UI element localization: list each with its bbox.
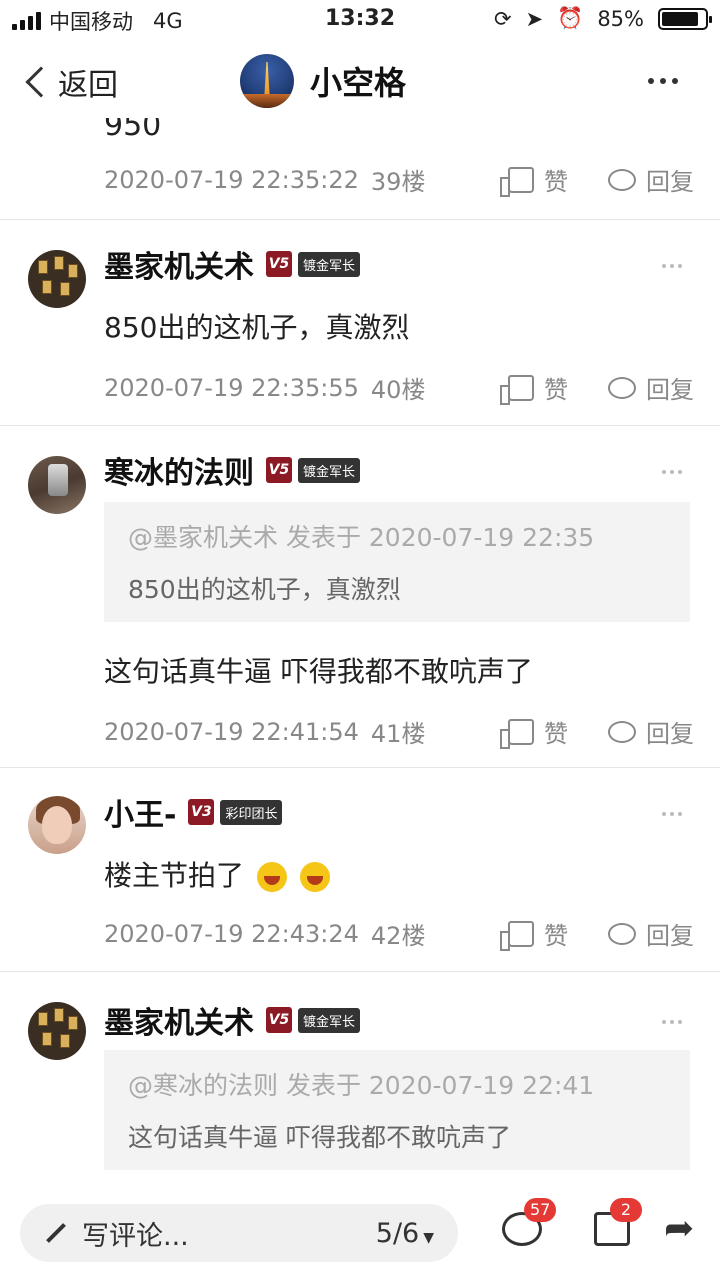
comment-meta: 2020-07-19 22:41:54 41楼 赞 回复 [104,714,694,749]
comment-time: 2020-07-19 22:35:55 [104,373,359,402]
comment-text: 850出的这机子，真激烈 [104,311,410,344]
comment-header: 寒冰的法则 V5 镀金军长 [104,448,361,492]
status-right: ⟳ ➤ ⏰ 85% [493,6,712,31]
level-badge: V3 [188,799,215,825]
back-label: 返回 [58,68,118,103]
laugh-emoji-icon [256,862,287,892]
comment-placeholder: 写评论... [82,1220,189,1252]
comment-time: 2020-07-19 22:35:22 [104,165,359,194]
comment-input[interactable]: 写评论... 5/6 ▼ [20,1204,458,1262]
comment-meta: 2020-07-19 22:35:55 40楼 赞 回复 [104,370,694,405]
comment-item: 小王- V3 彩印团长 楼主节拍了 2020-07-19 22:43:24 42… [0,768,720,972]
comment-bubble-icon[interactable] [608,922,636,945]
bottom-toolbar: 写评论... 5/6 ▼ 57 2 ➦ [0,1188,720,1280]
comment-text-row: 楼主节拍了 [104,854,330,894]
comment-header: 小王- V3 彩印团长 [104,790,283,834]
comment-header: 墨家机关术 V5 镀金军长 [104,242,361,286]
page-indicator: 5/6 [375,1217,420,1249]
nav-user[interactable]: 小空格 [240,54,406,108]
username[interactable]: 墨家机关术 [104,242,254,286]
reply-button[interactable]: 回复 [646,714,694,749]
quote-body: 这句话真牛逼 吓得我都不敢吭声了 [128,1123,511,1152]
avatar[interactable] [28,250,86,308]
battery-icon [658,7,712,30]
comment-time: 2020-07-19 22:43:24 [104,919,359,948]
level-badge: V5 [266,457,292,483]
laugh-emoji-icon [299,862,330,892]
share-icon[interactable]: ➦ [664,1208,694,1249]
more-icon[interactable] [662,1020,682,1024]
rank-badge: 彩印团长 [220,799,283,825]
page-title: 小空格 [310,64,407,102]
page-selector[interactable]: 5/6 ▼ [376,1218,434,1249]
comment-item: 墨家机关术 V5 镀金军长 850出的这机子，真激烈 2020-07-19 22… [0,220,720,426]
thumbs-up-icon[interactable] [500,920,534,951]
comment-bubble-icon[interactable] [608,376,636,399]
username[interactable]: 寒冰的法则 [104,448,254,492]
back-button[interactable]: 返回 [22,60,118,104]
thumbs-up-icon[interactable] [500,718,534,749]
rank-badge: 镀金军长 [298,251,361,277]
status-bar: 中国移动 4G 13:32 ⟳ ➤ ⏰ 85% [0,0,720,40]
quoted-comment[interactable]: @墨家机关术 发表于 2020-07-19 22:35 850出的这机子，真激烈 [104,502,690,622]
comment-text: 楼主节拍了 [104,859,245,892]
comment-meta: 2020-07-19 22:35:22 39楼 赞 回复 [104,162,694,197]
quote-body: 850出的这机子，真激烈 [128,575,401,604]
floor-number: 40楼 [370,376,426,404]
comment-text: 这句话真牛逼 吓得我都不敢吭声了 [104,655,533,688]
nav-bar: 返回 小空格 [0,44,720,118]
more-icon[interactable] [662,470,682,474]
chevron-left-icon [25,66,57,98]
battery-percent: 85% [597,6,644,31]
quote-header: @墨家机关术 发表于 2020-07-19 22:35 [128,523,595,552]
comment-item: 墨家机关术 V5 镀金军长 @寒冰的法则 发表于 2020-07-19 22:4… [0,972,720,1188]
comment-item: 寒冰的法则 V5 镀金军长 @墨家机关术 发表于 2020-07-19 22:3… [0,426,720,768]
reply-button[interactable]: 回复 [646,916,694,951]
quoted-comment[interactable]: @寒冰的法则 发表于 2020-07-19 22:41 这句话真牛逼 吓得我都不… [104,1050,690,1170]
comment-bubble-icon[interactable] [608,168,636,191]
like-button[interactable]: 赞 [544,916,568,951]
thumbs-up-icon[interactable] [500,166,534,197]
caret-down-icon: ▼ [423,1229,434,1246]
floor-number: 41楼 [370,720,426,748]
avatar[interactable] [28,1002,86,1060]
avatar[interactable] [28,796,86,854]
reply-button[interactable]: 回复 [646,370,694,405]
comment-header: 墨家机关术 V5 镀金军长 [104,998,361,1042]
reply-button[interactable]: 回复 [646,162,694,197]
more-icon[interactable] [662,812,682,816]
comment-item: 2020-07-19 22:35:22 39楼 赞 回复 [0,118,720,220]
username[interactable]: 墨家机关术 [104,998,254,1042]
pen-icon [46,1223,66,1243]
comment-count-badge: 57 [524,1198,557,1222]
battery-fill [662,11,698,26]
like-button[interactable]: 赞 [544,714,568,749]
like-count-badge: 2 [610,1198,642,1222]
location-icon: ➤ [525,6,544,31]
comment-meta: 2020-07-19 22:43:24 42楼 赞 回复 [104,916,694,951]
floor-number: 39楼 [370,168,426,196]
more-icon[interactable] [648,78,678,84]
alarm-icon: ⏰ [557,6,584,30]
level-badge: V5 [266,251,292,277]
rank-badge: 镀金军长 [298,457,361,483]
comment-time: 2020-07-19 22:41:54 [104,717,359,746]
level-badge: V5 [266,1007,292,1033]
avatar[interactable] [28,456,86,514]
comment-bubble-icon[interactable] [608,720,636,743]
rotation-lock-icon: ⟳ [493,6,512,31]
floor-number: 42楼 [370,922,426,950]
comment-feed[interactable]: 950 2020-07-19 22:35:22 39楼 赞 回复 墨家机关术 V… [0,118,720,1188]
thumbs-up-icon[interactable] [500,374,534,405]
like-button[interactable]: 赞 [544,370,568,405]
avatar[interactable] [240,54,294,108]
quote-header: @寒冰的法则 发表于 2020-07-19 22:41 [128,1071,595,1100]
like-button[interactable]: 赞 [544,162,568,197]
more-icon[interactable] [662,264,682,268]
rank-badge: 镀金军长 [298,1007,361,1033]
username[interactable]: 小王- [104,790,176,834]
